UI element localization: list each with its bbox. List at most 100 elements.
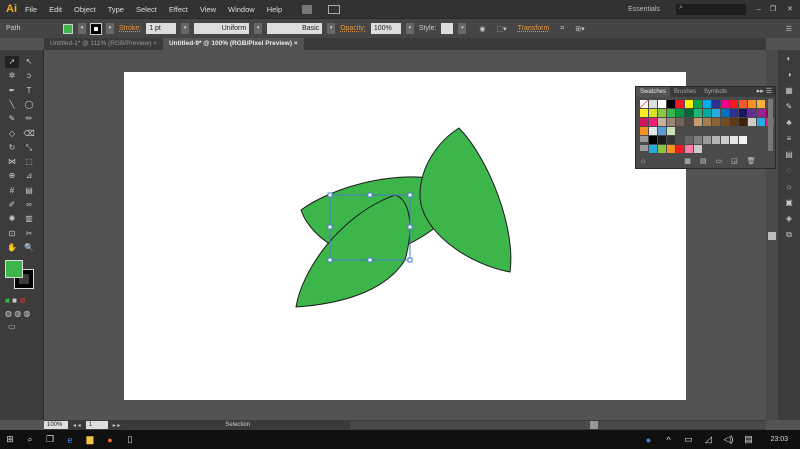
show-kinds-icon[interactable]: ▦ — [684, 158, 700, 165]
swatch[interactable] — [703, 136, 711, 144]
swatch[interactable] — [649, 127, 657, 135]
transparency-panel-icon[interactable]: ◌ — [787, 166, 792, 175]
swatch[interactable] — [748, 100, 756, 108]
swatch[interactable] — [703, 100, 711, 108]
swatch[interactable] — [712, 136, 720, 144]
nav-arrows-next[interactable]: ▸ ▸ — [113, 422, 121, 429]
swatch[interactable] — [694, 136, 702, 144]
swatch[interactable] — [667, 145, 675, 153]
swatch[interactable] — [757, 118, 765, 126]
swatch[interactable] — [676, 118, 684, 126]
swatch[interactable] — [649, 136, 657, 144]
swatch[interactable] — [730, 109, 738, 117]
start-icon[interactable]: ⊞ — [0, 434, 20, 445]
swatch[interactable] — [676, 109, 684, 117]
swatch[interactable] — [685, 145, 693, 153]
swatch[interactable] — [721, 118, 729, 126]
swatch[interactable] — [658, 100, 666, 108]
color-panel-icon[interactable]: ◐ — [787, 54, 792, 63]
swatch[interactable] — [730, 118, 738, 126]
nav-arrows[interactable]: ◂ ◂ — [73, 422, 81, 429]
swatch[interactable] — [667, 127, 675, 135]
swatch-options-icon[interactable]: ▤ — [700, 158, 716, 165]
registration-swatch[interactable] — [649, 100, 657, 108]
swatch[interactable] — [739, 136, 747, 144]
symbols-panel-icon[interactable]: ♣ — [786, 118, 791, 127]
graphic-styles-icon[interactable]: ▣ — [785, 198, 793, 207]
swatch[interactable] — [748, 118, 756, 126]
swatch[interactable] — [685, 136, 693, 144]
swatch[interactable] — [739, 109, 747, 117]
artboards-panel-icon[interactable]: ⧉ — [786, 230, 792, 240]
zoom-level[interactable]: 100% — [44, 421, 68, 429]
tab-swatches[interactable]: Swatches — [636, 87, 671, 97]
clock[interactable]: 23:03 — [770, 436, 788, 443]
swatch[interactable] — [703, 118, 711, 126]
swatch[interactable] — [667, 118, 675, 126]
swatch[interactable] — [739, 118, 747, 126]
panel-menu-icon[interactable]: ▸▸ ☰ — [757, 87, 775, 95]
leaf-shape-vertical[interactable] — [419, 127, 512, 273]
new-color-group-icon[interactable]: ▭ — [715, 158, 731, 165]
swatch-libraries-icon[interactable]: ⌂ — [641, 158, 654, 165]
notifications-icon[interactable]: ▤ — [738, 434, 758, 445]
swatch[interactable] — [658, 118, 666, 126]
swatch[interactable] — [757, 109, 765, 117]
swatch[interactable] — [721, 136, 729, 144]
swatch[interactable] — [748, 109, 756, 117]
gradient-panel-icon[interactable]: ▤ — [785, 150, 793, 159]
swatch[interactable] — [667, 100, 675, 108]
swatch[interactable] — [640, 109, 648, 117]
color-guide-icon[interactable]: ◑ — [787, 70, 792, 79]
swatch[interactable] — [649, 145, 657, 153]
swatch[interactable] — [658, 127, 666, 135]
delete-swatch-icon[interactable]: 🗑 — [747, 158, 765, 165]
swatch[interactable] — [667, 136, 675, 144]
swatch[interactable] — [685, 100, 693, 108]
swatch[interactable] — [721, 100, 729, 108]
illustrator-taskbar-icon[interactable]: ▯ — [120, 434, 140, 445]
task-view-icon[interactable]: ❐ — [40, 434, 60, 445]
swatch[interactable] — [676, 100, 684, 108]
swatch[interactable] — [640, 127, 648, 135]
file-explorer-icon[interactable]: ▆ — [80, 434, 100, 445]
swatch[interactable] — [712, 109, 720, 117]
brushes-panel-icon[interactable]: ✎ — [786, 102, 793, 111]
swatch[interactable] — [721, 109, 729, 117]
appearance-panel-icon[interactable]: ☼ — [785, 182, 792, 191]
horizontal-scrollbar[interactable] — [350, 421, 766, 429]
swatch[interactable] — [685, 118, 693, 126]
firefox-icon[interactable]: ● — [100, 435, 120, 445]
swatch[interactable] — [667, 109, 675, 117]
stroke-panel-icon[interactable]: ≡ — [787, 134, 792, 143]
swatches-panel-icon[interactable]: ▦ — [785, 86, 793, 95]
swatch[interactable] — [712, 118, 720, 126]
swatch[interactable] — [694, 109, 702, 117]
swatch[interactable] — [712, 100, 720, 108]
tab-symbols[interactable]: Symbols — [700, 87, 731, 97]
swatch[interactable] — [640, 118, 648, 126]
swatch[interactable] — [649, 109, 657, 117]
swatch[interactable] — [694, 145, 702, 153]
search-icon[interactable]: ⌕ — [20, 434, 40, 445]
swatch[interactable] — [730, 136, 738, 144]
tray-chevron-icon[interactable]: ^ — [658, 435, 678, 445]
help-icon[interactable]: ● — [638, 435, 658, 445]
swatch[interactable] — [658, 136, 666, 144]
fill-color-box[interactable] — [5, 260, 23, 278]
new-swatch-icon[interactable]: ◲ — [731, 158, 747, 165]
swatch[interactable] — [757, 100, 765, 108]
artboard-number[interactable]: 1 — [85, 421, 108, 429]
volume-icon[interactable]: ◁) — [718, 434, 738, 445]
swatch[interactable] — [739, 100, 747, 108]
swatch[interactable] — [676, 145, 684, 153]
tab-brushes[interactable]: Brushes — [670, 87, 700, 97]
swatch[interactable] — [649, 118, 657, 126]
swatch[interactable] — [676, 136, 684, 144]
network-icon[interactable]: ◿ — [698, 434, 718, 445]
none-swatch[interactable] — [640, 100, 648, 108]
swatch-scrollbar[interactable] — [768, 99, 773, 151]
edge-icon[interactable]: e — [60, 435, 80, 445]
swatch[interactable] — [703, 109, 711, 117]
swatch[interactable] — [694, 100, 702, 108]
